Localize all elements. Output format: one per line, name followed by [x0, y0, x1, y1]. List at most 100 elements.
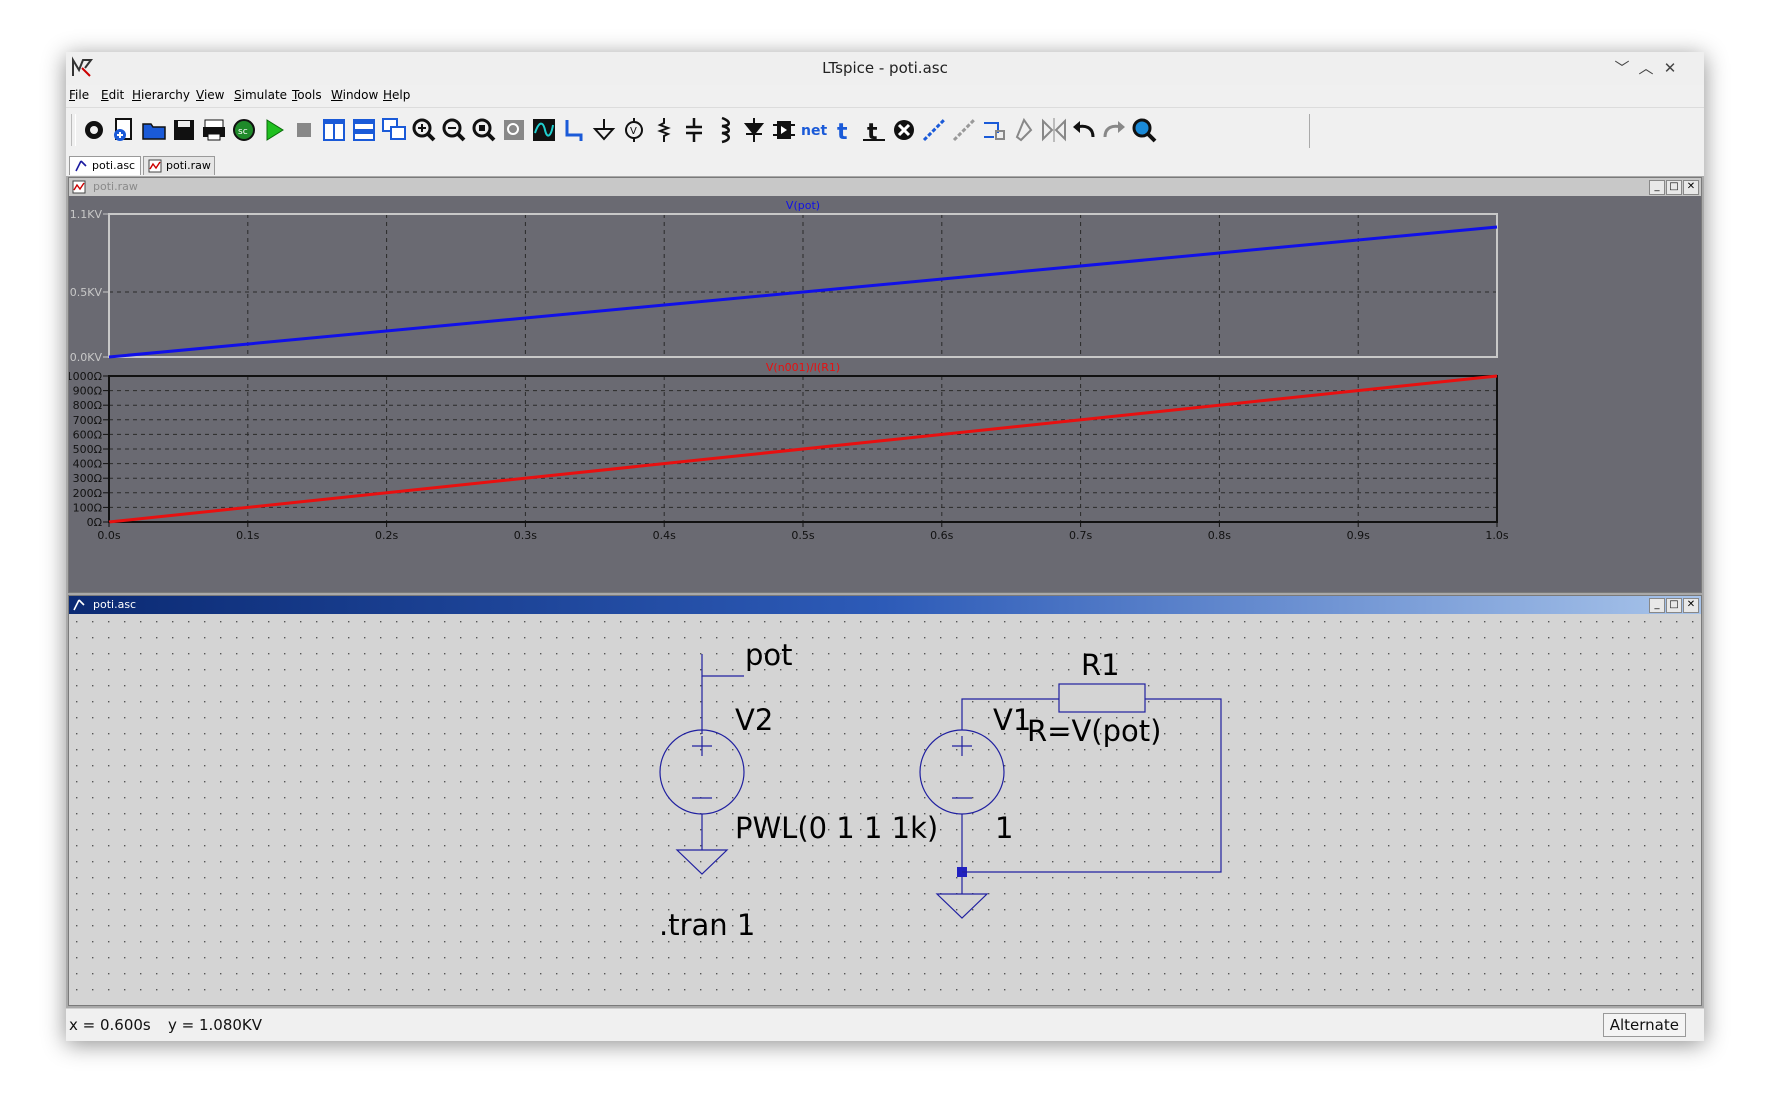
resistor-icon [657, 118, 671, 142]
minimize-icon[interactable]: ﹀ [1612, 58, 1632, 78]
menu-simulate[interactable]: Simulate [234, 88, 287, 102]
child-close-button[interactable]: ✕ [1683, 598, 1699, 613]
ltspice-window: LTspice - poti.asc ﹀ ︿ ✕ File Edit Hiera… [66, 52, 1704, 1041]
trace-title[interactable]: V(n001)/I(R1) [766, 361, 840, 374]
tab-label: poti.raw [166, 159, 211, 172]
window-title-text: poti.asc [93, 598, 137, 611]
wire-button[interactable] [559, 115, 589, 145]
settings-button[interactable] [79, 115, 109, 145]
mirror-button[interactable] [1039, 115, 1069, 145]
run-icon [266, 119, 284, 141]
svg-text:net: net [801, 123, 827, 139]
zoom-out-button[interactable] [439, 115, 469, 145]
net-label-button[interactable]: net [799, 115, 829, 145]
child-close-button[interactable]: ✕ [1683, 180, 1699, 195]
x-tick-label: 0.8s [1208, 529, 1231, 542]
control-panel-button[interactable]: sc [229, 115, 259, 145]
zoom-back-button[interactable] [499, 115, 529, 145]
close-icon[interactable]: ✕ [1660, 58, 1680, 78]
component-name-v2[interactable]: V2 [735, 703, 773, 737]
print-button[interactable] [199, 115, 229, 145]
schematic-canvas[interactable]: pot V2 PWL(0 1 1 1k) V1 1 R1 R=V(pot) .t… [69, 614, 1701, 1005]
run-button[interactable] [259, 115, 289, 145]
waveform-window-title[interactable]: poti.raw [69, 178, 1701, 196]
menu-edit[interactable]: Edit [101, 88, 124, 102]
waveform-icon [148, 159, 162, 173]
component-value-v1[interactable]: 1 [995, 811, 1013, 845]
component-button[interactable] [769, 115, 799, 145]
svg-text:t: t [837, 120, 848, 145]
undo-button[interactable] [1069, 115, 1099, 145]
voltage-source-button[interactable]: V [619, 115, 649, 145]
document-tabs: poti.asc poti.raw [66, 154, 1704, 176]
delete-icon [894, 120, 914, 140]
menu-help[interactable]: Help [383, 88, 410, 102]
open-icon [142, 123, 166, 140]
diode-button[interactable] [739, 115, 769, 145]
duplicate-button[interactable] [919, 115, 949, 145]
capacitor-icon [686, 118, 702, 142]
y-tick-label: 700Ω [73, 414, 102, 427]
y-tick-label: 0.5KV [70, 286, 103, 299]
waveform-icon [72, 180, 86, 194]
save-button[interactable] [169, 115, 199, 145]
ground-button[interactable] [589, 115, 619, 145]
find-button[interactable] [1129, 115, 1159, 145]
schematic-window-title[interactable]: poti.asc [69, 596, 1701, 614]
delete-button[interactable] [889, 115, 919, 145]
x-tick-label: 0.4s [653, 529, 676, 542]
x-tick-label: 0.9s [1347, 529, 1370, 542]
cascade-button[interactable] [379, 115, 409, 145]
tile-horizontal-button[interactable] [349, 115, 379, 145]
trace-title[interactable]: V(pot) [786, 199, 820, 212]
mdi-area: poti.raw _ □ ✕ 0.0KV 0.5KV 1.1KV V(pot) 0Ω 1… [66, 176, 1704, 1008]
tab-poti-asc[interactable]: poti.asc [69, 156, 141, 175]
menu-view[interactable]: View [196, 88, 224, 102]
spice-directive-button[interactable]: t [859, 115, 889, 145]
new-schematic-button[interactable] [109, 115, 139, 145]
menu-hierarchy[interactable]: Hierarchy [132, 88, 190, 102]
mirror-icon [1042, 118, 1066, 142]
diode-icon [743, 118, 765, 142]
component-value-v2[interactable]: PWL(0 1 1 1k) [735, 811, 938, 845]
zoom-fit-button[interactable] [469, 115, 499, 145]
window-title: LTspice - poti.asc [822, 59, 948, 77]
net-label-pot[interactable]: pot [745, 638, 793, 672]
x-tick-label: 0.7s [1069, 529, 1092, 542]
inductor-button[interactable] [709, 115, 739, 145]
schematic-window: poti.asc _ □ ✕ pot V2 PWL(0 1 1 1k) V1 1… [68, 595, 1702, 1006]
toolbar-grip[interactable] [71, 114, 76, 146]
component-name-r1[interactable]: R1 [1081, 648, 1120, 682]
svg-text:t: t [867, 120, 878, 145]
open-button[interactable] [139, 115, 169, 145]
component-value-r1[interactable]: R=V(pot) [1027, 714, 1161, 748]
status-mode[interactable]: Alternate [1602, 1013, 1686, 1037]
capacitor-button[interactable] [679, 115, 709, 145]
rotate-button[interactable] [1009, 115, 1039, 145]
control-panel-icon: sc [233, 119, 255, 141]
window-title-text: poti.raw [93, 180, 138, 193]
tab-poti-raw[interactable]: poti.raw [143, 156, 215, 175]
halt-button[interactable] [289, 115, 319, 145]
menu-file[interactable]: File [69, 88, 89, 102]
child-restore-button[interactable]: □ [1666, 598, 1682, 613]
child-minimize-button[interactable]: _ [1649, 180, 1665, 195]
maximize-icon[interactable]: ︿ [1636, 58, 1656, 78]
autorange-button[interactable] [529, 115, 559, 145]
y-tick-label: 0Ω [87, 516, 102, 529]
redo-button[interactable] [1099, 115, 1129, 145]
move-button[interactable] [949, 115, 979, 145]
zoom-in-button[interactable] [409, 115, 439, 145]
text-button[interactable]: t [829, 115, 859, 145]
waveform-window: poti.raw _ □ ✕ 0.0KV 0.5KV 1.1KV V(pot) 0Ω 1… [68, 177, 1702, 593]
menu-window[interactable]: Window [331, 88, 378, 102]
spice-directive-tran[interactable]: .tran 1 [659, 908, 755, 942]
resistor-button[interactable] [649, 115, 679, 145]
menu-tools[interactable]: Tools [292, 88, 322, 102]
child-minimize-button[interactable]: _ [1649, 598, 1665, 613]
tile-vertical-button[interactable] [319, 115, 349, 145]
drag-button[interactable] [979, 115, 1009, 145]
waveform-plot[interactable]: 0.0KV 0.5KV 1.1KV V(pot) 0Ω 100Ω200Ω 300Ω400Ω… [69, 196, 1701, 592]
child-restore-button[interactable]: □ [1666, 180, 1682, 195]
component-name-v1[interactable]: V1 [993, 703, 1031, 737]
